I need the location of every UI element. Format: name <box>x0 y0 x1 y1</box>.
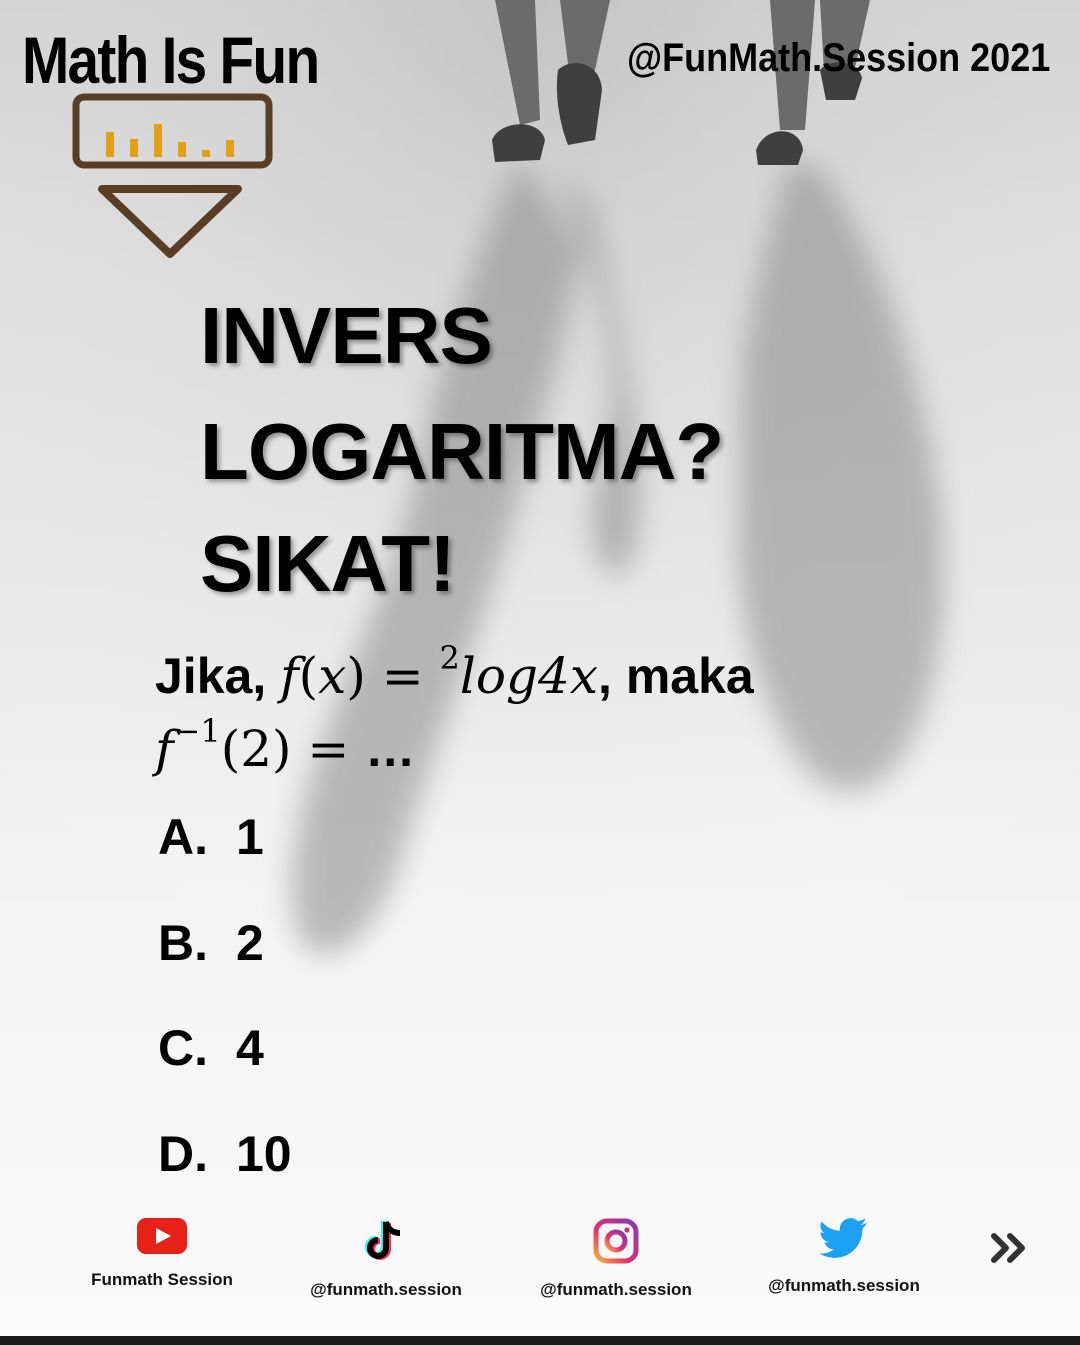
option-letter: A. <box>158 809 208 865</box>
title-line-1: INVERS <box>200 291 493 380</box>
option-letter: B. <box>158 915 208 971</box>
account-handle: @FunMath.Session 2021 <box>626 36 1050 80</box>
question-suffix: , maka <box>598 648 754 704</box>
option-b[interactable]: B. 2 <box>158 914 264 972</box>
social-youtube[interactable]: Funmath Session <box>52 1218 272 1290</box>
tiktok-icon <box>365 1221 401 1260</box>
next-slide-icon[interactable] <box>990 1228 1030 1268</box>
social-instagram[interactable]: @funmath.session <box>506 1218 726 1300</box>
option-letter: C. <box>158 1020 208 1076</box>
bottom-divider <box>0 1336 1080 1345</box>
option-value: 2 <box>236 915 264 971</box>
social-tiktok[interactable]: @funmath.session <box>276 1218 496 1300</box>
question-line-2: f−1(2) = … <box>155 712 416 778</box>
option-d[interactable]: D. 10 <box>158 1125 292 1183</box>
option-c[interactable]: C. 4 <box>158 1019 264 1077</box>
brand-title: Math Is Fun <box>22 23 320 97</box>
social-label: @funmath.session <box>540 1280 692 1299</box>
question-line-1: Jika, f(x) = 2log4x, maka <box>155 640 754 706</box>
option-value: 10 <box>236 1126 292 1182</box>
social-twitter[interactable]: @funmath.session <box>734 1218 954 1296</box>
option-value: 4 <box>236 1020 264 1076</box>
bar-chart-logo-icon <box>72 93 273 258</box>
title-line-2: LOGARITMA? <box>200 407 724 496</box>
title-line-3: SIKAT! <box>200 519 456 608</box>
function-expression: f(x) = 2log4x <box>280 639 599 705</box>
youtube-icon <box>137 1218 187 1254</box>
social-label: Funmath Session <box>91 1270 233 1289</box>
twitter-icon <box>819 1218 868 1258</box>
option-value: 1 <box>236 809 264 865</box>
option-a[interactable]: A. 1 <box>158 808 264 866</box>
instagram-icon <box>593 1218 639 1264</box>
option-letter: D. <box>158 1126 208 1182</box>
social-label: @funmath.session <box>768 1276 920 1295</box>
social-label: @funmath.session <box>310 1280 462 1299</box>
question-prefix: Jika, <box>155 648 281 704</box>
